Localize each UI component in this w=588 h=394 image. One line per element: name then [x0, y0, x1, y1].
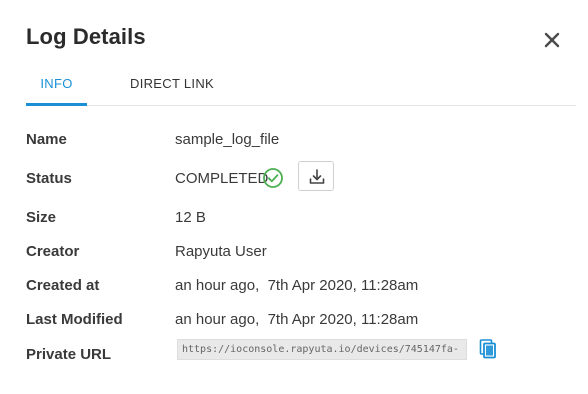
close-icon: [544, 32, 560, 48]
download-button[interactable]: [298, 161, 334, 191]
private-url-field[interactable]: https://ioconsole.rapyuta.io/devices/745…: [177, 339, 467, 360]
dialog-title: Log Details: [26, 24, 146, 49]
name-value: sample_log_file: [175, 131, 280, 148]
created-at-label: Created at: [26, 277, 100, 294]
download-icon: [309, 169, 325, 184]
size-value: 12 B: [175, 209, 206, 226]
copy-icon: [479, 339, 496, 359]
check-circle-icon: [263, 168, 283, 188]
created-at-value: an hour ago, 7th Apr 2020, 11:28am: [175, 277, 419, 294]
tab-direct-link[interactable]: DIRECT LINK: [122, 66, 222, 105]
close-button[interactable]: [541, 29, 563, 51]
copy-url-button[interactable]: [478, 338, 498, 360]
size-label: Size: [26, 209, 57, 226]
private-url-label: Private URL: [26, 346, 112, 363]
name-label: Name: [26, 131, 67, 148]
creator-value: Rapyuta User: [175, 243, 267, 260]
last-modified-label: Last Modified: [26, 311, 123, 328]
status-value: COMPLETED: [175, 170, 269, 187]
log-details-dialog: Log Details INFO DIRECT LINK Name sample…: [0, 0, 588, 394]
status-label: Status: [26, 170, 72, 187]
last-modified-value: an hour ago, 7th Apr 2020, 11:28am: [175, 311, 419, 328]
tab-info[interactable]: INFO: [26, 66, 87, 106]
tab-bar: INFO DIRECT LINK: [26, 66, 576, 106]
creator-label: Creator: [26, 243, 80, 260]
